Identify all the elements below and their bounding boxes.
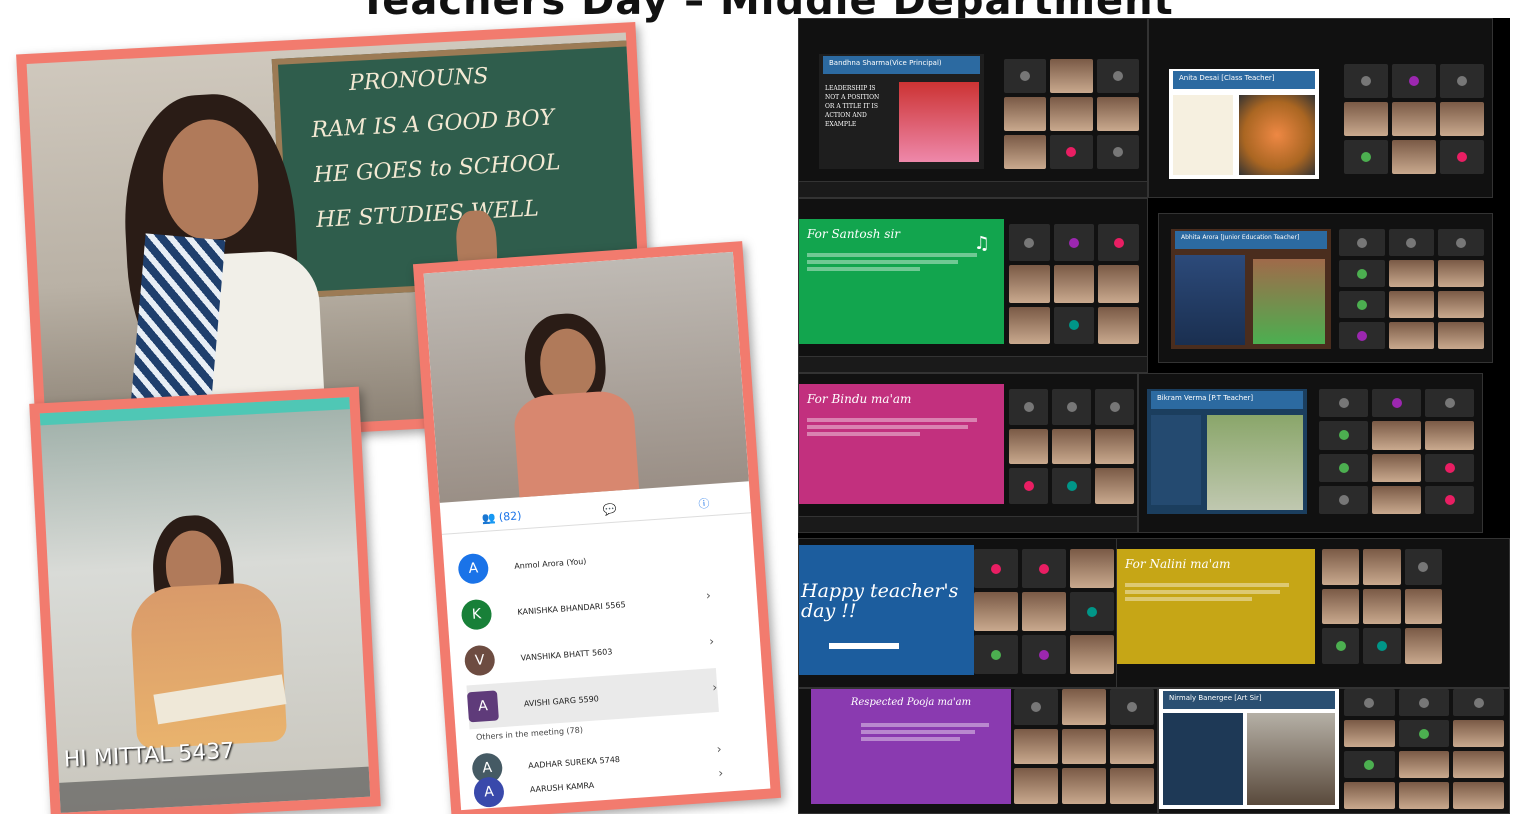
chevron-right-icon[interactable]: › — [712, 680, 718, 694]
collage-tile: For Nalini ma'am — [1116, 538, 1510, 688]
collage-tile: Bikram Verma [P.T Teacher] — [1138, 373, 1483, 533]
collage-tile: Respected Pooja ma'am — [798, 688, 1158, 814]
stage: Teachers Day – Middle Department PRONOUN… — [0, 0, 1533, 814]
slide: Nirmaly Banergee [Art Sir] — [1159, 689, 1339, 809]
slide-quote: LEADERSHIP IS NOT A POSITION OR A TITLE … — [825, 85, 880, 128]
slide-title: Happy teacher's day !! — [801, 580, 959, 622]
others-label: Others in the meeting (78) — [475, 725, 584, 742]
collage-tile: Happy teacher's day !! — [798, 538, 1118, 688]
collage-tile: Nirmaly Banergee [Art Sir] — [1158, 688, 1510, 814]
meet-collage: Bandhna Sharma(Vice Principal) LEADERSHI… — [798, 18, 1510, 814]
slide-title: For Nalini ma'am — [1125, 557, 1231, 571]
participant-name: AARUSH KAMRA — [529, 780, 595, 794]
video-feed — [423, 251, 749, 503]
slide: For Santosh sir ♫ — [799, 219, 1004, 344]
slide: Respected Pooja ma'am — [811, 689, 1011, 804]
avatar: A — [472, 776, 505, 809]
meet-screenshot-frame: 👥 (82) 💬 ⓘ A Anmol Arora (You) K KANISHK… — [412, 241, 782, 814]
slide-title: For Bindu ma'am — [807, 392, 912, 406]
chevron-right-icon[interactable]: › — [718, 766, 724, 780]
reading-photo: HI MITTAL 5437 — [39, 397, 371, 813]
avatar: V — [463, 644, 496, 677]
people-count: (82) — [498, 509, 522, 524]
chevron-right-icon[interactable]: › — [705, 588, 711, 602]
collage-tile: For Santosh sir ♫ — [798, 198, 1148, 373]
participant-name-tag: HI MITTAL 5437 — [63, 738, 235, 773]
collage-tile: For Bindu ma'am — [798, 373, 1138, 533]
slide: For Nalini ma'am — [1117, 549, 1315, 664]
slide: Abhita Arora [Junior Education Teacher] — [1171, 229, 1331, 349]
slide-banner: Abhita Arora [Junior Education Teacher] — [1175, 231, 1327, 249]
avatar: A — [457, 552, 490, 585]
reading-photo-frame: HI MITTAL 5437 — [29, 386, 381, 814]
participant-name: Anmol Arora (You) — [513, 556, 587, 571]
slide: Bikram Verma [P.T Teacher] — [1147, 389, 1307, 514]
slide-banner: Bandhna Sharma(Vice Principal) — [823, 56, 980, 74]
collage-tile: Anita Desai [Class Teacher] — [1148, 18, 1493, 198]
chat-icon[interactable]: 💬 — [603, 503, 618, 517]
collage-tile: Bandhna Sharma(Vice Principal) LEADERSHI… — [798, 18, 1148, 198]
avatar: A — [466, 690, 499, 723]
info-icon[interactable]: ⓘ — [698, 495, 710, 512]
avatar: K — [460, 598, 493, 631]
slide: For Bindu ma'am — [799, 384, 1004, 504]
slide-banner: Anita Desai [Class Teacher] — [1173, 71, 1315, 89]
participant-name: VANSHIKA BHATT 5603 — [520, 646, 613, 663]
slide: Anita Desai [Class Teacher] — [1169, 69, 1319, 179]
meet-screenshot: 👥 (82) 💬 ⓘ A Anmol Arora (You) K KANISHK… — [423, 251, 771, 811]
chevron-right-icon[interactable]: › — [709, 634, 715, 648]
slide: Bandhna Sharma(Vice Principal) LEADERSHI… — [819, 54, 984, 169]
slide-banner: Nirmaly Banergee [Art Sir] — [1163, 691, 1335, 709]
slide-banner: Bikram Verma [P.T Teacher] — [1151, 391, 1303, 409]
slide-title: Respected Pooja ma'am — [850, 697, 972, 708]
participant-name: AVISHI GARG 5590 — [523, 693, 600, 709]
collage-tile: Abhita Arora [Junior Education Teacher] — [1158, 213, 1493, 363]
participant-name: KANISHKA BHANDARI 5565 — [517, 599, 626, 617]
slide-title: For Santosh sir — [807, 227, 901, 241]
slide: Happy teacher's day !! — [799, 545, 974, 675]
tab-people[interactable]: 👥 (82) — [481, 509, 522, 525]
video-controls-bar — [59, 766, 371, 813]
